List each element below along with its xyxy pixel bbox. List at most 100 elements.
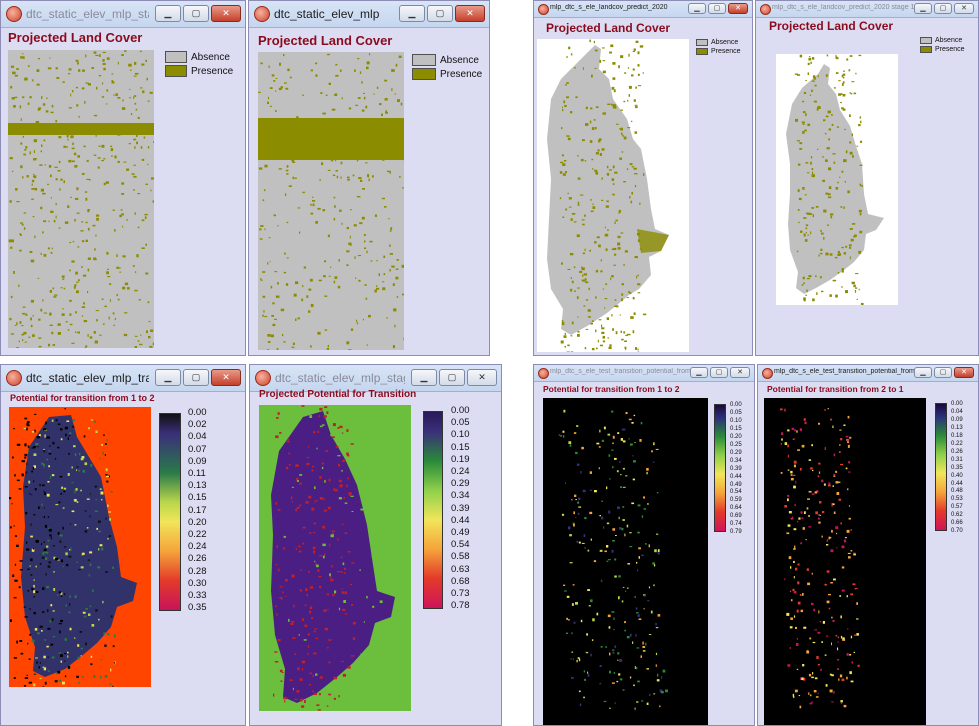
window-titlebar[interactable]: dtc_static_elev_mlp_stag… ▁ ▢ ✕ [1, 1, 245, 28]
map-title: Projected Land Cover [8, 30, 143, 45]
scale-tick-label: 0.70 [951, 528, 963, 535]
scale-tick-label: 0.69 [730, 513, 742, 520]
scale-tick-label: 0.79 [730, 529, 742, 536]
window-title: dtc_static_elev_mlp_stage_1… [275, 371, 405, 385]
scale-tick-label: 0.04 [188, 431, 207, 443]
scale-tick-label: 0.44 [451, 514, 470, 526]
scale-tick-label: 0.25 [730, 441, 742, 448]
maximize-icon[interactable]: ▢ [183, 369, 209, 386]
scale-tick-label: 0.15 [188, 492, 207, 504]
maximize-icon[interactable]: ▢ [439, 369, 465, 386]
scale-tick-label: 0.33 [188, 590, 207, 601]
scale-tick-label: 0.54 [451, 539, 470, 551]
scale-tick-label: 0.17 [188, 504, 207, 516]
close-icon[interactable]: ✕ [954, 367, 974, 378]
app-icon [6, 370, 22, 386]
legend-label: Presence [440, 68, 483, 80]
legend-absence: Absence [920, 37, 962, 44]
color-scale-bar [714, 404, 726, 532]
scale-tick-label: 0.44 [951, 480, 963, 487]
scale-tick-label: 0.49 [730, 481, 742, 488]
maximize-icon[interactable]: ▢ [427, 5, 453, 22]
legend-absence: Absence [412, 54, 479, 66]
scale-tick-label: 0.39 [730, 465, 742, 472]
color-scale-bar [935, 403, 947, 531]
legend-absence: Absence [696, 39, 738, 46]
transition-potential-map [764, 398, 926, 725]
scale-tick-label: 0.68 [451, 575, 470, 587]
map-title: Potential for transition from 2 to 1 [767, 384, 904, 394]
window-transition-4[interactable]: mlp_dtc_s_ele_test_transition_potential_… [757, 364, 979, 726]
minimize-icon[interactable]: ▁ [914, 3, 932, 14]
minimize-icon[interactable]: ▁ [688, 3, 706, 14]
scale-tick-label: 0.24 [188, 541, 207, 553]
scale-tick-label: 0.19 [451, 453, 470, 465]
legend-label: Absence [191, 51, 230, 63]
window-title: mlp_dtc_s_ele_test_transition_potential_… [550, 368, 690, 375]
maximize-icon[interactable]: ▢ [710, 367, 728, 378]
scale-tick-label: 0.10 [730, 417, 742, 424]
window-title: mlp_dtc_s_ele_landcov_predict_2020 [550, 4, 668, 11]
window-landcover-1[interactable]: dtc_static_elev_mlp_stag… ▁ ▢ ✕ Projecte… [0, 0, 246, 356]
window-transition-1[interactable]: dtc_static_elev_mlp_transit… ▁ ▢ ✕ Poten… [0, 364, 246, 726]
close-icon[interactable]: ✕ [730, 367, 750, 378]
map-title: Potential for transition from 1 to 2 [543, 384, 680, 394]
app-icon [760, 4, 771, 15]
maximize-icon[interactable]: ▢ [183, 5, 209, 22]
close-icon[interactable]: ✕ [455, 5, 485, 22]
legend-presence: Presence [920, 46, 965, 53]
scale-tick-label: 0.00 [730, 402, 742, 408]
map-title: Projected Land Cover [769, 19, 894, 33]
scale-tick-label: 0.13 [951, 424, 963, 431]
legend-label: Presence [935, 46, 965, 53]
maximize-icon[interactable]: ▢ [934, 367, 952, 378]
maximize-icon[interactable]: ▢ [708, 3, 726, 14]
window-title: dtc_static_elev_mlp_transit… [26, 371, 149, 385]
maximize-icon[interactable]: ▢ [934, 3, 952, 14]
scale-tick-label: 0.49 [451, 527, 470, 538]
window-titlebar[interactable]: mlp_dtc_s_ele_landcov_predict_2020 ▁ ▢ ✕ [534, 1, 752, 18]
minimize-icon[interactable]: ▁ [690, 367, 708, 378]
minimize-icon[interactable]: ▁ [411, 369, 437, 386]
window-landcover-2[interactable]: dtc_static_elev_mlp ▁ ▢ ✕ Projected Land… [248, 0, 490, 356]
legend-label: Presence [711, 48, 741, 55]
close-icon[interactable]: ✕ [954, 3, 974, 14]
app-icon [6, 6, 22, 22]
scale-tick-label: 0.22 [188, 529, 207, 540]
legend-swatch [412, 68, 436, 80]
scale-tick-label: 0.29 [730, 449, 742, 456]
close-icon[interactable]: ✕ [467, 369, 497, 386]
window-titlebar[interactable]: mlp_dtc_s_ele_test_transition_potential_… [758, 365, 978, 382]
close-icon[interactable]: ✕ [211, 369, 241, 386]
scale-tick-label: 0.73 [451, 588, 470, 599]
scale-tick-label: 0.40 [951, 472, 963, 479]
scale-tick-label: 0.09 [951, 416, 963, 423]
scale-tick-label: 0.09 [188, 455, 207, 467]
window-titlebar[interactable]: dtc_static_elev_mlp ▁ ▢ ✕ [249, 1, 489, 28]
window-transition-2[interactable]: dtc_static_elev_mlp_stage_1… ▁ ▢ ✕ Proje… [249, 364, 502, 726]
transition-potential-map [9, 407, 151, 687]
scale-tick-label: 0.28 [188, 565, 207, 577]
window-transition-3[interactable]: mlp_dtc_s_ele_test_transition_potential_… [533, 364, 755, 726]
window-titlebar[interactable]: mlp_dtc_s_ele_landcov_predict_2020 stage… [756, 1, 978, 18]
minimize-icon[interactable]: ▁ [155, 369, 181, 386]
window-titlebar[interactable]: mlp_dtc_s_ele_test_transition_potential_… [534, 365, 754, 382]
scale-tick-label: 0.05 [730, 409, 742, 416]
legend-absence: Absence [165, 51, 230, 63]
minimize-icon[interactable]: ▁ [155, 5, 181, 22]
scale-tick-label: 0.63 [451, 563, 470, 575]
minimize-icon[interactable]: ▁ [914, 367, 932, 378]
close-icon[interactable]: ✕ [728, 3, 748, 14]
close-icon[interactable]: ✕ [211, 5, 241, 22]
scale-tick-label: 0.00 [951, 401, 963, 407]
window-landcover-4[interactable]: mlp_dtc_s_ele_landcov_predict_2020 stage… [755, 0, 979, 356]
scale-tick-label: 0.11 [188, 468, 206, 479]
scale-tick-label: 0.62 [951, 512, 963, 519]
window-titlebar[interactable]: dtc_static_elev_mlp_stage_1… ▁ ▢ ✕ [250, 365, 501, 392]
minimize-icon[interactable]: ▁ [399, 5, 425, 22]
window-titlebar[interactable]: dtc_static_elev_mlp_transit… ▁ ▢ ✕ [1, 365, 245, 392]
window-landcover-3[interactable]: mlp_dtc_s_ele_landcov_predict_2020 ▁ ▢ ✕… [533, 0, 753, 356]
scale-tick-label: 0.34 [730, 457, 742, 464]
scale-tick-label: 0.74 [730, 521, 742, 528]
scale-tick-label: 0.04 [951, 408, 963, 415]
